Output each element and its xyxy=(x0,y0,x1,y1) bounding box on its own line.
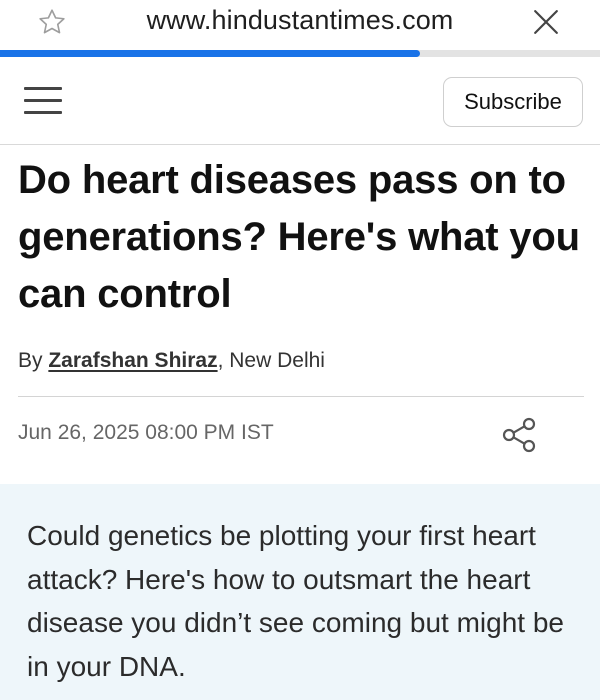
divider xyxy=(18,396,584,397)
byline-prefix: By xyxy=(18,349,43,372)
share-icon[interactable] xyxy=(498,413,542,457)
browser-url-bar: www.hindustantimes.com xyxy=(0,0,600,57)
url-text[interactable]: www.hindustantimes.com xyxy=(0,5,600,36)
article-headline: Do heart diseases pass on to generations… xyxy=(18,158,580,316)
byline-location: , New Delhi xyxy=(217,349,325,372)
byline: By Zarafshan Shiraz, New Delhi xyxy=(18,349,325,373)
page-load-progress-fill xyxy=(0,50,420,57)
publish-date: Jun 26, 2025 08:00 PM IST xyxy=(18,421,274,444)
page-load-progress xyxy=(0,50,600,57)
subscribe-button[interactable]: Subscribe xyxy=(443,77,583,127)
site-header: Subscribe xyxy=(0,57,600,145)
author-link[interactable]: Zarafshan Shiraz xyxy=(48,349,217,372)
article-summary: Could genetics be plotting your first he… xyxy=(27,520,564,682)
close-icon[interactable] xyxy=(528,4,564,40)
hamburger-menu-icon[interactable] xyxy=(24,83,62,119)
